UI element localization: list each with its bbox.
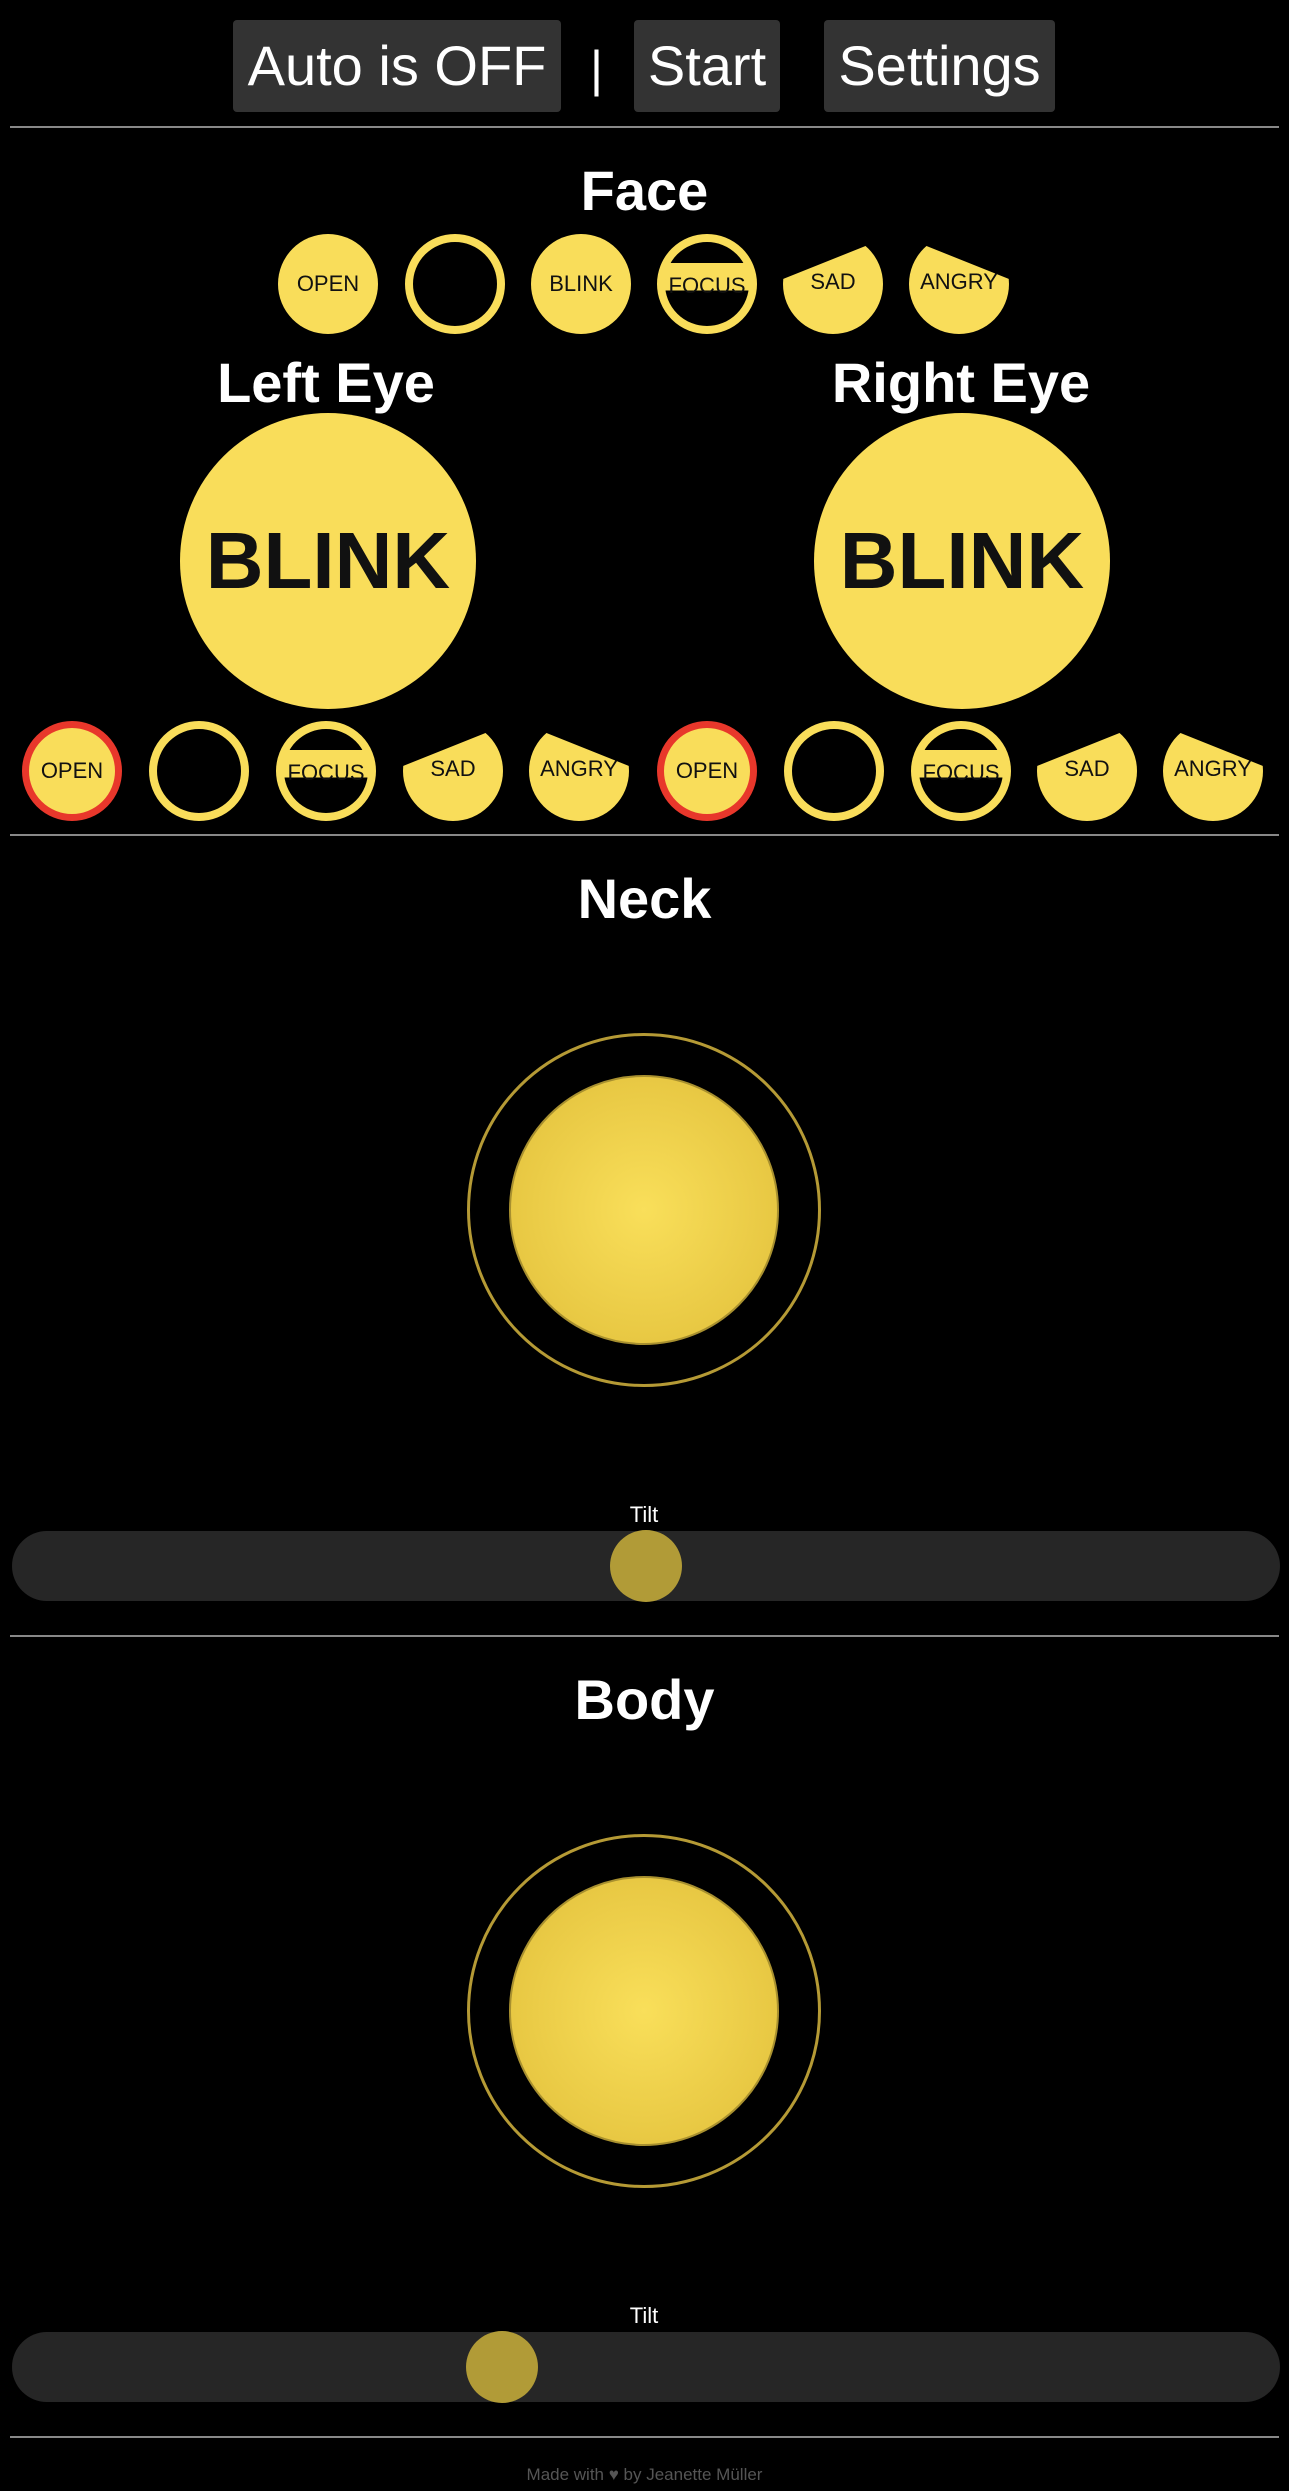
expression-label: FOCUS (668, 273, 746, 298)
right-focus-button[interactable]: FOCUS (911, 721, 1011, 821)
expression-label: ANGRY (540, 756, 618, 781)
expression-label: OPEN (40, 758, 104, 783)
right-sad-button[interactable]: SAD (1037, 721, 1137, 821)
face-title: Face (580, 159, 709, 222)
divider (10, 1635, 1279, 1637)
face-blink-button[interactable]: BLINK (531, 234, 631, 334)
body-tilt-label: Tilt (629, 2303, 659, 2328)
face-focus-button[interactable]: FOCUS (657, 234, 757, 334)
expression-label: FOCUS (287, 760, 365, 785)
closed-eye-ring-icon (149, 721, 249, 821)
face-sad-button[interactable]: SAD (783, 234, 883, 334)
neck-title: Neck (577, 867, 712, 930)
right-eye-blink-button[interactable]: BLINK (814, 413, 1110, 709)
footer-credit: Made with ♥ by Jeanette Müller (526, 2465, 763, 2484)
left-open-button[interactable]: OPEN (22, 721, 122, 821)
right-eye-title: Right Eye (831, 351, 1091, 414)
start-button[interactable]: Start (634, 20, 780, 112)
closed-eye-ring-icon (405, 234, 505, 334)
neck-tilt-slider[interactable] (12, 1530, 1280, 1602)
closed-eye-ring-icon (784, 721, 884, 821)
expression-label: BLINK (549, 271, 613, 296)
left-eye-title: Left Eye (217, 351, 435, 414)
left-sad-button[interactable]: SAD (403, 721, 503, 821)
settings-button[interactable]: Settings (824, 20, 1055, 112)
divider (10, 126, 1279, 128)
body-tilt-slider[interactable] (12, 2331, 1280, 2403)
expression-label: FOCUS (922, 760, 1000, 785)
expression-label: OPEN (675, 758, 739, 783)
left-empty-button[interactable] (149, 721, 249, 821)
left-angry-button[interactable]: ANGRY (529, 721, 629, 821)
face-open-button[interactable]: OPEN (278, 234, 378, 334)
neck-joystick-handle[interactable] (509, 1075, 779, 1345)
face-empty-button[interactable] (405, 234, 505, 334)
right-open-button[interactable]: OPEN (657, 721, 757, 821)
neck-tilt-knob[interactable] (610, 1530, 682, 1602)
left-eye-blink-button[interactable]: BLINK (180, 413, 476, 709)
expression-label: ANGRY (1174, 756, 1252, 781)
expression-label: ANGRY (920, 269, 998, 294)
neck-tilt-label: Tilt (629, 1502, 659, 1527)
right-empty-button[interactable] (784, 721, 884, 821)
body-tilt-knob[interactable] (466, 2331, 539, 2403)
expression-label: OPEN (296, 271, 360, 296)
expression-label: SAD (810, 269, 856, 294)
body-title: Body (574, 1668, 715, 1731)
left-focus-button[interactable]: FOCUS (276, 721, 376, 821)
divider (10, 2436, 1279, 2438)
header-separator: | (590, 41, 603, 97)
divider (10, 834, 1279, 836)
expression-label: SAD (1064, 756, 1110, 781)
auto-toggle-button[interactable]: Auto is OFF (233, 20, 561, 112)
expression-label: SAD (430, 756, 476, 781)
body-joystick-handle[interactable] (509, 1876, 779, 2146)
right-angry-button[interactable]: ANGRY (1163, 721, 1263, 821)
face-angry-button[interactable]: ANGRY (909, 234, 1009, 334)
